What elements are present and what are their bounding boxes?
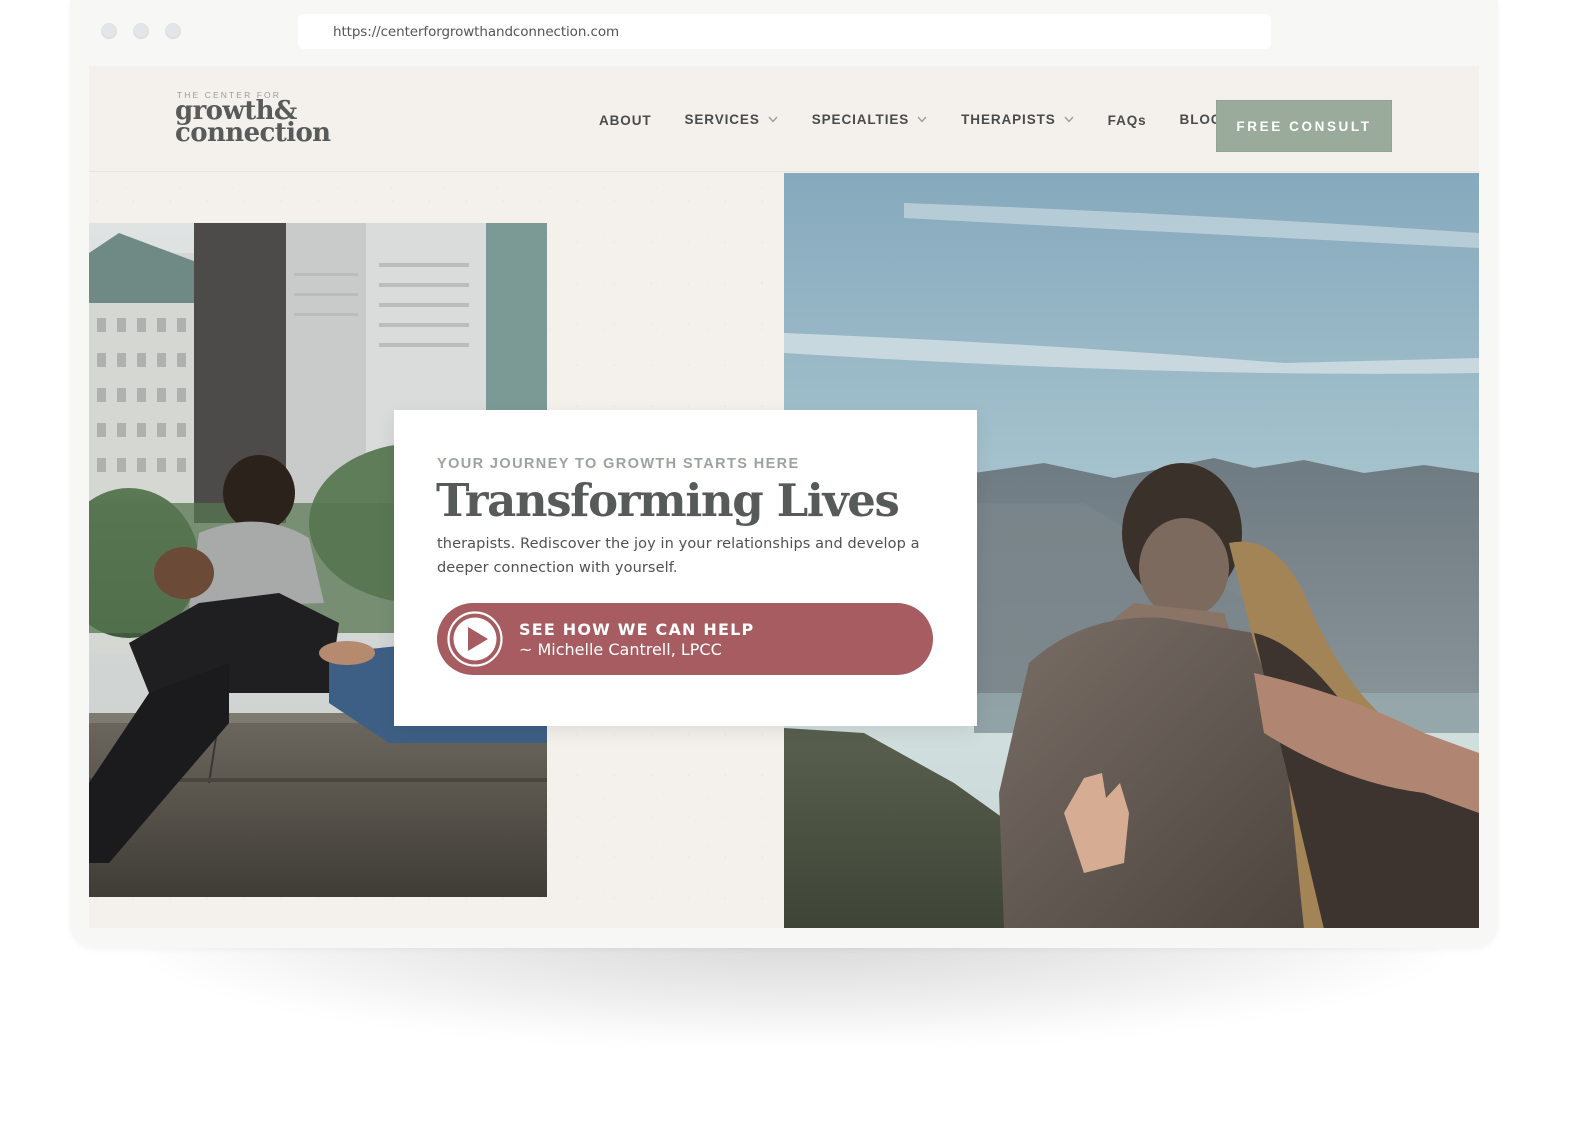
hero-title: Transforming Lives bbox=[436, 474, 900, 527]
cta-title: SEE HOW WE CAN HELP bbox=[519, 619, 755, 639]
nav-label: FAQs bbox=[1107, 113, 1147, 128]
chevron-down-icon bbox=[917, 116, 927, 123]
window-maximize-button[interactable] bbox=[165, 23, 181, 39]
nav-item-about[interactable]: ABOUT bbox=[599, 113, 652, 128]
hero-card: YOUR JOURNEY TO GROWTH STARTS HERE Trans… bbox=[394, 410, 977, 726]
site-logo[interactable]: THE CENTER FOR growth& connection bbox=[175, 90, 331, 148]
chevron-down-icon bbox=[768, 116, 778, 123]
website: THE CENTER FOR growth& connection ABOUT … bbox=[89, 66, 1479, 928]
nav-item-therapists[interactable]: THERAPISTS bbox=[961, 112, 1074, 127]
play-icon bbox=[447, 611, 503, 667]
site-header: THE CENTER FOR growth& connection ABOUT … bbox=[89, 66, 1479, 172]
window-minimize-button[interactable] bbox=[133, 23, 149, 39]
chevron-down-icon bbox=[1064, 116, 1074, 123]
nav-item-services[interactable]: SERVICES bbox=[685, 112, 778, 127]
window-controls bbox=[101, 23, 181, 39]
nav-item-faqs[interactable]: FAQs bbox=[1108, 113, 1147, 128]
free-consult-button[interactable]: FREE CONSULT bbox=[1216, 100, 1392, 152]
cta-subtitle: ~ Michelle Cantrell, LPCC bbox=[519, 639, 722, 659]
logo-line-connection: connection bbox=[175, 118, 331, 148]
nav-label: SERVICES bbox=[684, 111, 760, 127]
hero-description: therapists. Rediscover the joy in your r… bbox=[437, 536, 920, 576]
cta-text: SEE HOW WE CAN HELP ~ Michelle Cantrell,… bbox=[519, 620, 754, 659]
main-nav: ABOUT SERVICES SPECIALTIES THERAPISTS FA… bbox=[599, 110, 1222, 129]
nav-label: SPECIALTIES bbox=[811, 111, 910, 127]
hero-eyebrow: YOUR JOURNEY TO GROWTH STARTS HERE bbox=[437, 456, 800, 472]
nav-label: ABOUT bbox=[599, 113, 652, 128]
address-bar[interactable]: https://centerforgrowthandconnection.com bbox=[298, 14, 1271, 49]
nav-label: THERAPISTS bbox=[961, 111, 1056, 127]
see-how-we-can-help-button[interactable]: SEE HOW WE CAN HELP ~ Michelle Cantrell,… bbox=[437, 603, 933, 675]
nav-item-specialties[interactable]: SPECIALTIES bbox=[812, 112, 927, 127]
url-text: https://centerforgrowthandconnection.com bbox=[333, 24, 620, 40]
window-close-button[interactable] bbox=[101, 23, 117, 39]
